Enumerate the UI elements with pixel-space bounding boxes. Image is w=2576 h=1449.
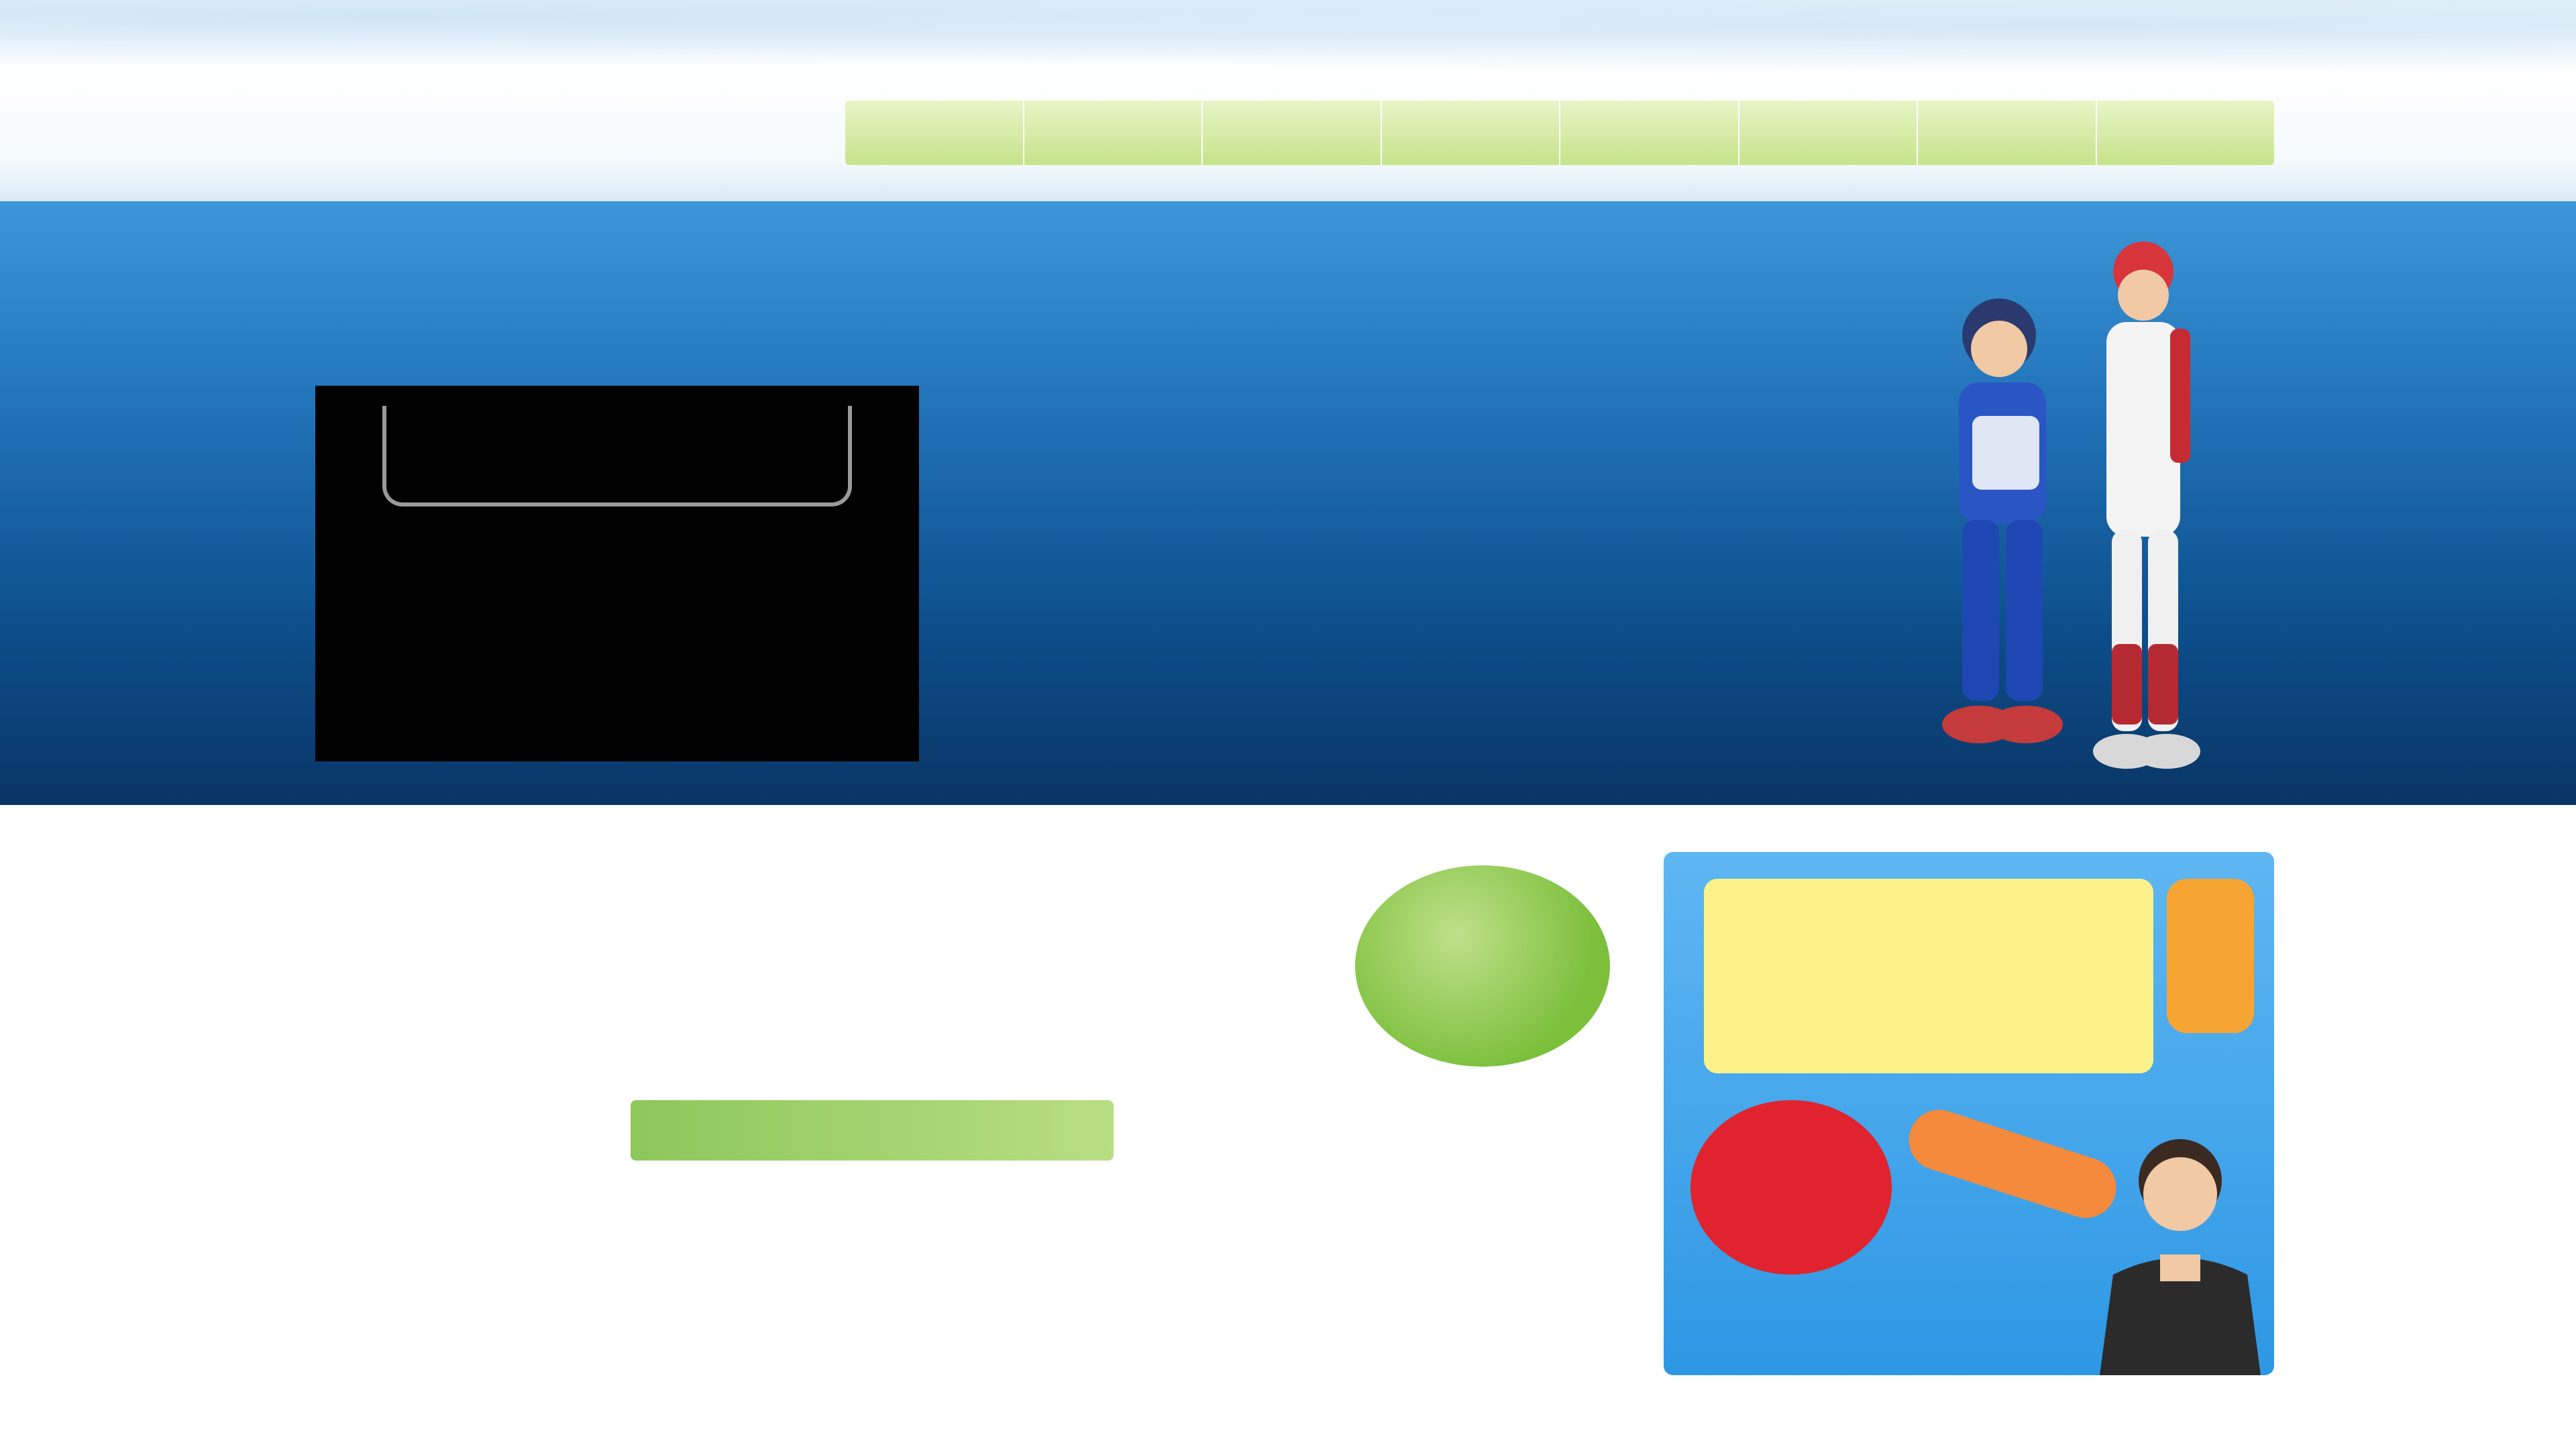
- hero-banner: [0, 201, 2576, 805]
- hero-info-heading: [983, 406, 1587, 446]
- promo-headline-1: [305, 818, 981, 965]
- promo-ribbon: [631, 1100, 1114, 1161]
- promo-badge: [1355, 865, 1610, 1067]
- ad-callout: [1704, 879, 2153, 1073]
- hero-info-line-1: [983, 537, 1613, 577]
- video-caption: [409, 426, 825, 493]
- hero-info-subheading: [983, 460, 1587, 506]
- promo-note: [1134, 1067, 1617, 1107]
- baseball-players-illustration: [1942, 241, 2200, 769]
- nav-item-6[interactable]: [1739, 101, 1918, 165]
- person-illustration: [2100, 1139, 2261, 1375]
- nav-item-5[interactable]: [1560, 101, 1739, 165]
- site-logo[interactable]: [315, 101, 704, 161]
- nav-item-1[interactable]: [845, 101, 1024, 165]
- nav-item-7[interactable]: [1918, 101, 2097, 165]
- page: [0, 0, 2576, 1449]
- cap-icon: [1690, 1100, 1892, 1275]
- main-nav: [845, 101, 2274, 165]
- header-contact[interactable]: [1617, 20, 2267, 67]
- promo-note-highlight: [1161, 1114, 1617, 1167]
- site-header: [0, 0, 2576, 201]
- promo-banner[interactable]: [302, 845, 1617, 1194]
- nav-item-4[interactable]: [1382, 101, 1560, 165]
- side-ad-banner[interactable]: [1664, 852, 2274, 1375]
- hero-video-player[interactable]: [315, 386, 919, 761]
- hero-slogan: [1497, 197, 1921, 341]
- nav-item-8[interactable]: [2097, 101, 2275, 165]
- nav-item-3[interactable]: [1203, 101, 1382, 165]
- hero-title: [309, 245, 1462, 319]
- nav-item-2[interactable]: [1024, 101, 1203, 165]
- ad-tag: [2167, 879, 2254, 1033]
- header-tagline: [312, 12, 1104, 46]
- hero-info-line-3: [983, 644, 1613, 684]
- hero-info-line-2: [983, 590, 1613, 631]
